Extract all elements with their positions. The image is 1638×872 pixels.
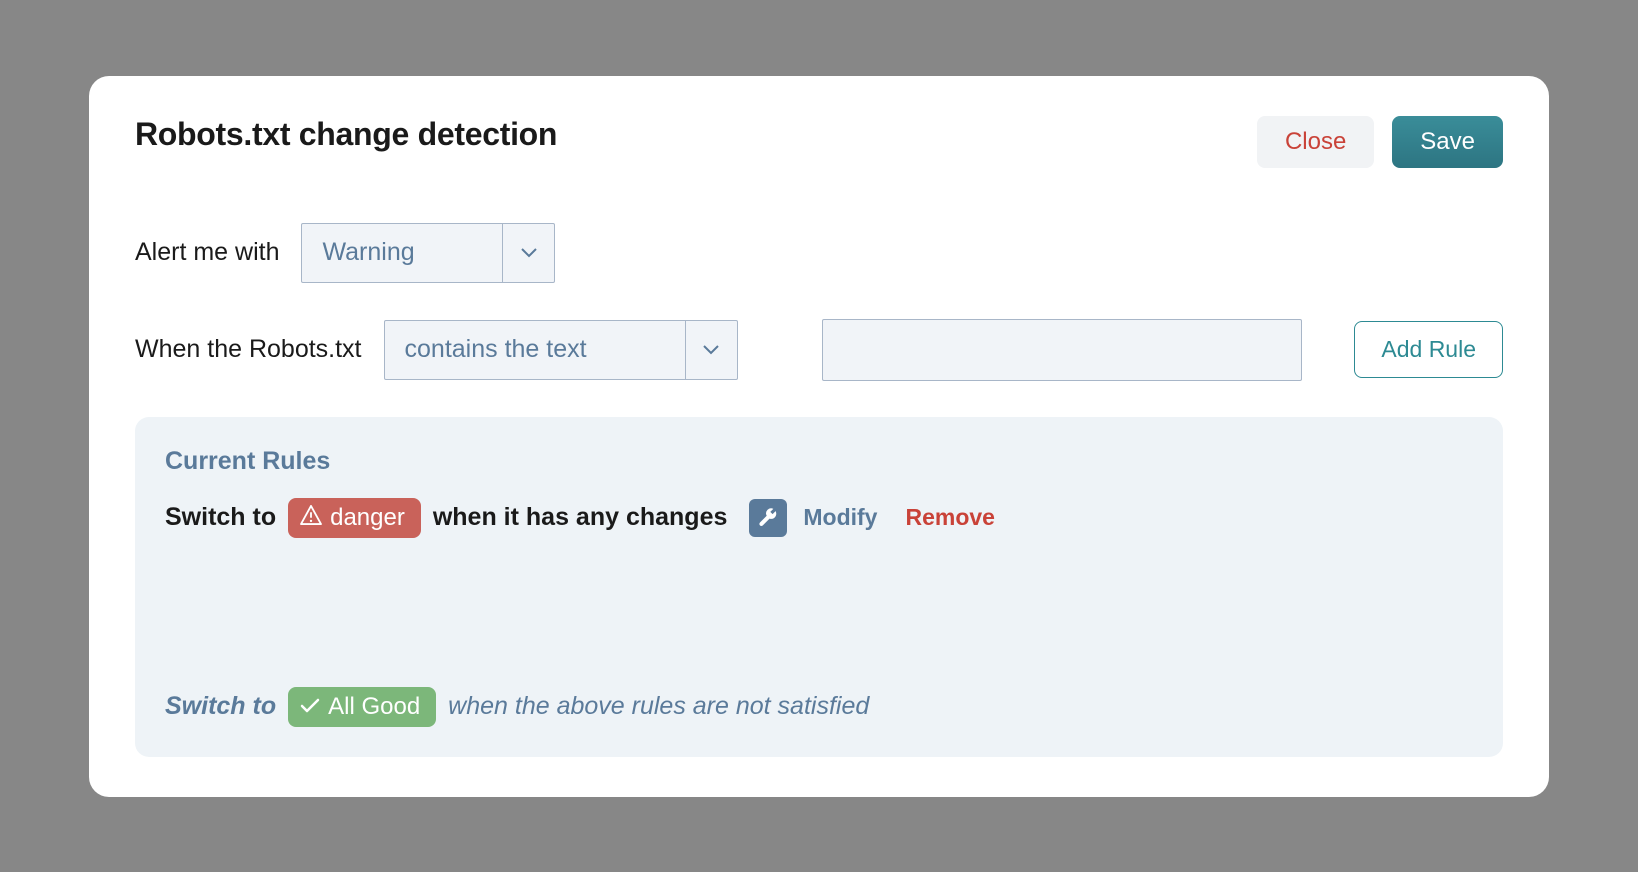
- header-actions: Close Save: [1257, 116, 1503, 168]
- status-badge-danger: danger: [288, 498, 421, 538]
- check-icon: [300, 693, 320, 721]
- badge-label: All Good: [328, 693, 420, 721]
- close-button[interactable]: Close: [1257, 116, 1374, 168]
- fallback-rule: Switch to All Good when the above rules …: [165, 607, 1473, 727]
- alert-label: Alert me with: [135, 238, 279, 267]
- chevron-down-icon: [685, 321, 737, 379]
- rule-suffix: when it has any changes: [433, 503, 728, 532]
- rules-heading: Current Rules: [165, 447, 1473, 476]
- chevron-down-icon: [502, 224, 554, 282]
- alert-row: Alert me with Warning: [135, 223, 1503, 283]
- match-text-input[interactable]: [822, 319, 1302, 381]
- modal-header: Robots.txt change detection Close Save: [135, 116, 1503, 168]
- condition-select[interactable]: contains the text: [384, 320, 738, 380]
- alert-level-select[interactable]: Warning: [301, 223, 555, 283]
- rule-item: Switch to danger when it has any changes…: [165, 498, 1473, 538]
- add-rule-button[interactable]: Add Rule: [1354, 321, 1503, 378]
- condition-row: When the Robots.txt contains the text Ad…: [135, 319, 1503, 381]
- badge-label: danger: [330, 504, 405, 532]
- current-rules-panel: Current Rules Switch to danger when it h…: [135, 417, 1503, 757]
- remove-link[interactable]: Remove: [905, 504, 994, 531]
- condition-value: contains the text: [385, 321, 685, 379]
- modify-link[interactable]: Modify: [803, 504, 877, 531]
- rule-prefix: Switch to: [165, 503, 276, 532]
- save-button[interactable]: Save: [1392, 116, 1503, 168]
- fallback-suffix: when the above rules are not satisfied: [448, 692, 869, 721]
- wrench-icon[interactable]: [749, 499, 787, 537]
- warning-triangle-icon: [300, 504, 322, 532]
- modal-title: Robots.txt change detection: [135, 116, 557, 153]
- when-label: When the Robots.txt: [135, 335, 362, 364]
- fallback-prefix: Switch to: [165, 692, 276, 721]
- status-badge-good: All Good: [288, 687, 436, 727]
- modal-dialog: Robots.txt change detection Close Save A…: [89, 76, 1549, 797]
- alert-level-value: Warning: [302, 224, 502, 282]
